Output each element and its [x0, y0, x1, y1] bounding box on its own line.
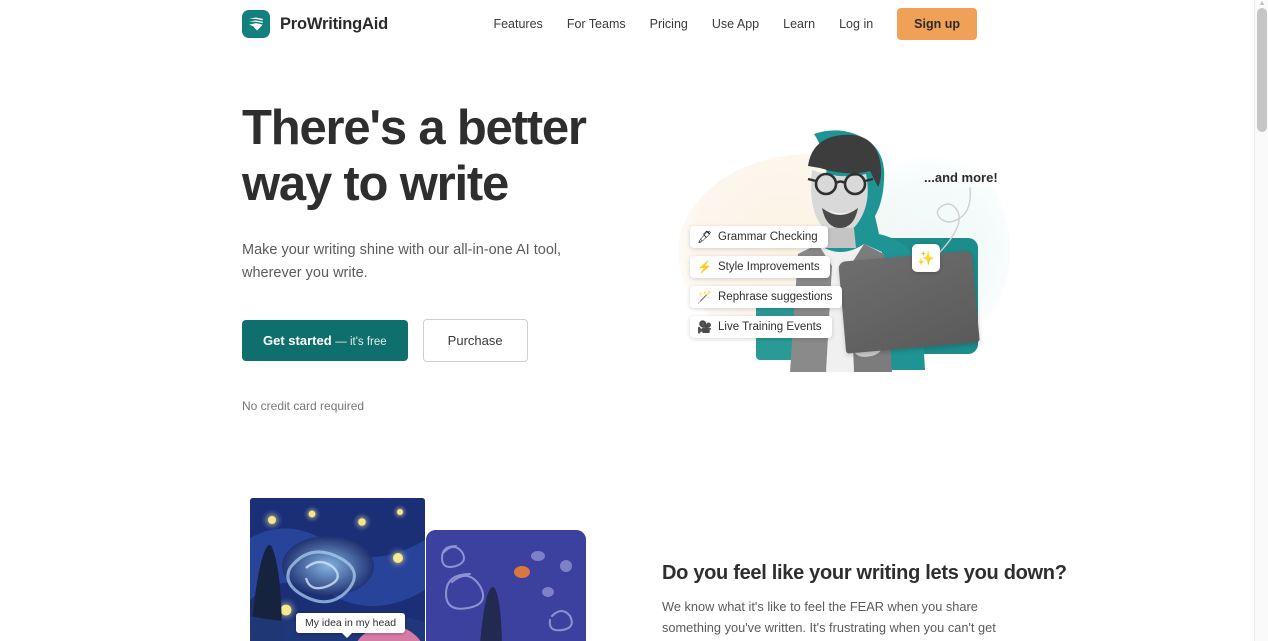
feature-chip-live-training-events: 🎥 Live Training Events — [690, 316, 832, 338]
no-credit-card-note: No credit card required — [242, 398, 365, 413]
hero-title: There's a better way to write — [242, 100, 642, 213]
section-body: We know what it's like to feel the FEAR … — [662, 599, 996, 641]
hero-title-line-1: There's a better — [242, 101, 587, 155]
hero-copy: There's a better way to write Make your … — [242, 100, 642, 413]
movie-camera-icon: 🎥 — [697, 320, 712, 334]
page-scrollbar[interactable]: ▲ — [1254, 0, 1268, 641]
and-more-callout: ...and more! — [924, 170, 998, 185]
section-copy: Do you feel like your writing lets you d… — [662, 562, 1067, 641]
sparkles-icon: ✨ — [912, 244, 940, 272]
scrollbar-thumb[interactable] — [1257, 8, 1267, 132]
hero-subtitle: Make your writing shine with our all-in-… — [242, 241, 562, 282]
feature-chip-label: Live Training Events — [718, 321, 822, 333]
get-started-button[interactable]: Get started — it's free — [242, 319, 408, 361]
hero-section: There's a better way to write Make your … — [0, 0, 1254, 470]
purchase-button[interactable]: Purchase — [422, 318, 528, 362]
feature-chip-style-improvements: ⚡ Style Improvements — [690, 256, 830, 278]
feature-chip-label: Rephrase suggestions — [718, 291, 833, 303]
writing-lets-you-down-section: My idea in my head Do you feel like your… — [0, 470, 1254, 641]
crude-sketch-panel — [426, 530, 586, 641]
hero-illustration: 🖋 Grammar Checking ⚡ Style Improvements … — [660, 108, 1010, 386]
scroll-up-arrow-icon[interactable]: ▲ — [1255, 0, 1268, 8]
feature-chip-grammar-checking: 🖋 Grammar Checking — [690, 226, 828, 248]
get-started-label: Get started — [263, 332, 332, 348]
landing-page: ProWritingAid Features For Teams Pricing… — [0, 0, 1268, 641]
hero-actions: Get started — it's free Purchase — [242, 318, 642, 362]
magic-wand-icon: 🪄 — [697, 290, 712, 304]
fountain-pen-icon: 🖋 — [697, 230, 713, 244]
before-after-illustration: My idea in my head — [250, 498, 590, 641]
get-started-suffix: — it's free — [335, 335, 387, 348]
feature-chip-list: 🖋 Grammar Checking ⚡ Style Improvements … — [690, 226, 890, 346]
section-title: Do you feel like your writing lets you d… — [662, 562, 1067, 584]
feature-chip-rephrase-suggestions: 🪄 Rephrase suggestions — [690, 286, 843, 308]
lightning-bolt-icon: ⚡ — [697, 260, 712, 274]
idea-tooltip: My idea in my head — [296, 613, 406, 638]
feature-chip-label: Style Improvements — [718, 261, 820, 273]
feature-chip-label: Grammar Checking — [718, 231, 818, 243]
hero-title-line-2: way to write — [242, 157, 509, 212]
